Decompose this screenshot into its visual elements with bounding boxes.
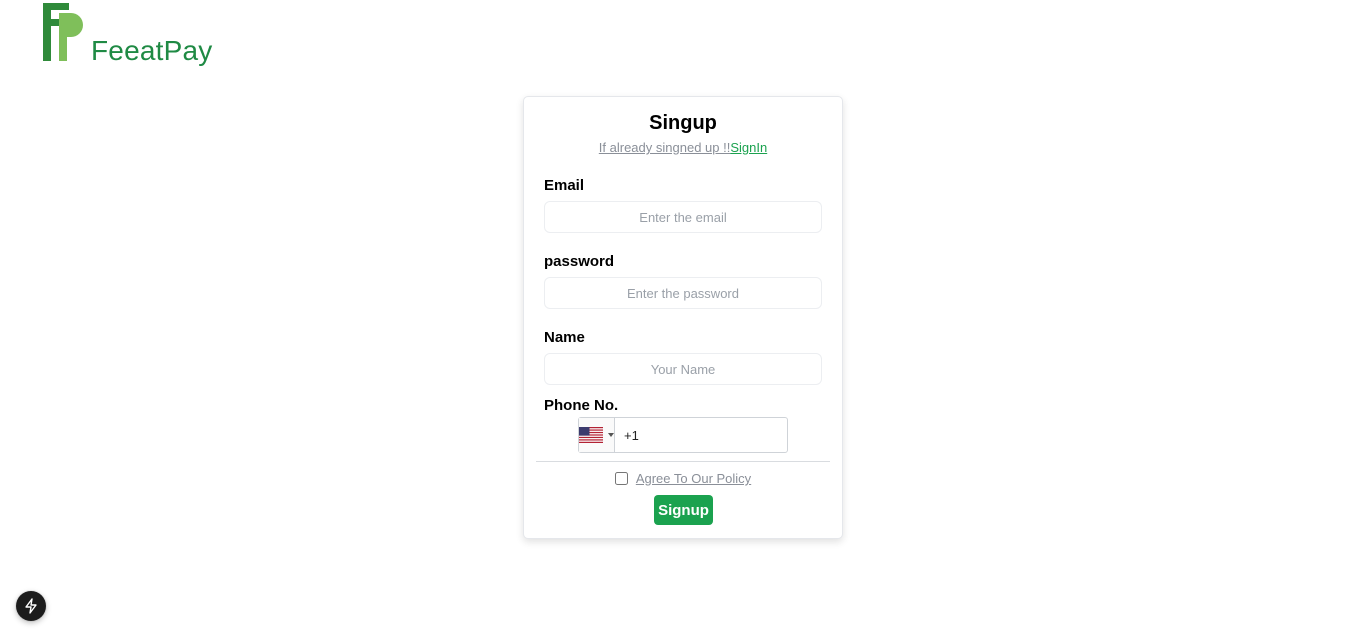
phone-input-group — [578, 417, 800, 453]
policy-link[interactable]: Agree To Our Policy — [636, 471, 751, 486]
password-label: password — [544, 253, 615, 270]
country-selector[interactable] — [579, 418, 615, 452]
signin-link[interactable]: SignIn — [730, 140, 767, 155]
policy-agreement: Agree To Our Policy — [524, 471, 842, 486]
phone-label: Phone No. — [544, 397, 619, 414]
lightning-bolt-icon — [25, 598, 37, 614]
us-flag-icon — [579, 427, 603, 443]
brand[interactable]: FeeatPay — [43, 3, 212, 66]
email-label: Email — [544, 177, 585, 194]
brand-name: FeeatPay — [91, 35, 213, 66]
dev-indicator-button[interactable] — [16, 591, 46, 621]
page-title: Singup — [649, 112, 717, 134]
divider — [536, 461, 830, 462]
name-field[interactable] — [544, 353, 822, 385]
signup-button[interactable]: Signup — [654, 495, 713, 525]
feeatpay-logo-icon — [43, 3, 83, 61]
agree-checkbox[interactable] — [614, 472, 628, 485]
signin-prompt: If already singned up !!SignIn — [524, 140, 842, 155]
email-field[interactable] — [544, 201, 822, 233]
name-label: Name — [544, 329, 585, 346]
phone-field[interactable] — [615, 418, 800, 452]
already-signed-up-link[interactable]: If already singned up !! — [599, 140, 731, 155]
password-field[interactable] — [544, 277, 822, 309]
chevron-down-icon — [608, 433, 614, 437]
signup-card: Singup If already singned up !!SignIn Em… — [523, 96, 843, 539]
